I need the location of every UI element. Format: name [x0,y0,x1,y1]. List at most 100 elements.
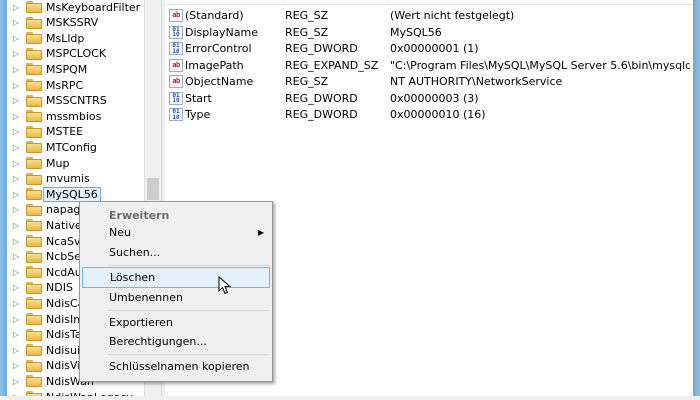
folder-icon [26,172,42,185]
context-menu: Erweitern Neu ▶ Suchen... Löschen Umbene… [79,201,273,382]
string-value-icon: ab [169,75,183,88]
tree-item[interactable]: ▷ MSTEE [7,124,144,140]
chevron-right-icon[interactable]: ▷ [11,202,21,218]
tree-item[interactable]: ▷ MsKeyboardFilter [7,0,144,15]
tree-item-label: MsLldp [46,31,85,45]
folder-icon [26,47,42,60]
tree-item[interactable]: ▷ MsLldp [7,30,144,46]
chevron-right-icon[interactable]: ▷ [11,30,21,46]
chevron-right-icon[interactable]: ▷ [11,15,21,31]
folder-icon [26,94,42,107]
chevron-right-icon[interactable]: ▷ [11,139,21,155]
string-value-icon: ab [169,9,183,22]
value-type: REG_SZ [285,75,329,88]
chevron-right-icon[interactable]: ▷ [11,46,21,62]
values-column-header[interactable] [165,0,693,5]
chevron-right-icon[interactable]: ▷ [11,280,21,296]
tree-item[interactable]: ▷ MSPCLOCK [7,46,144,62]
tree-item-label: MSPCLOCK [46,47,107,61]
tree-item[interactable]: ▷ MsRPC [7,77,144,93]
chevron-right-icon[interactable]: ▷ [11,311,21,327]
menu-item-label: Löschen [110,271,156,284]
chevron-right-icon[interactable]: ▷ [11,217,21,233]
value-type: REG_SZ [285,25,329,39]
chevron-right-icon[interactable]: ▷ [11,249,21,265]
tree-item[interactable]: ▷ mssmbios [7,108,144,124]
chevron-right-icon[interactable]: ▷ [11,342,21,358]
chevron-right-icon[interactable]: ▷ [11,93,21,109]
column-separator[interactable] [387,0,388,4]
folder-icon [26,125,42,138]
column-separator[interactable] [283,0,284,4]
chevron-right-icon[interactable]: ▷ [11,186,21,202]
folder-icon [26,63,42,76]
menu-item-delete[interactable]: Löschen [82,267,270,288]
value-row[interactable]: 01 10 Type REG_DWORD 0x00000010 (16) [165,106,693,123]
folder-icon [26,32,42,45]
menu-item-copy-key-name[interactable]: Schlüsselnamen kopieren [82,356,270,377]
folder-icon [26,313,42,325]
chevron-right-icon[interactable]: ▷ [11,264,21,280]
folder-icon [26,281,42,294]
window-frame-right [693,0,700,400]
folder-icon [26,297,42,310]
value-name: Type [185,108,211,121]
folder-icon [26,1,42,13]
tree-item[interactable]: ▷ Mup [7,155,144,171]
value-type: REG_EXPAND_SZ [285,58,379,72]
value-row[interactable]: ab ImagePath REG_EXPAND_SZ "C:\Program File… [165,57,693,74]
value-name: (Standard) [185,9,244,22]
menu-item-label: Erweitern [109,209,170,222]
tree-item-label: MSPQM [46,62,88,76]
menu-item-new[interactable]: Neu ▶ [82,222,270,243]
chevron-right-icon[interactable]: ▷ [11,155,21,171]
menu-item-label: Exportieren [109,316,173,329]
chevron-right-icon[interactable]: ▷ [11,358,21,374]
value-data: 0x00000001 (1) [390,42,479,55]
chevron-right-icon[interactable]: ▷ [11,373,21,389]
value-row[interactable]: ab ObjectName REG_SZ NT AUTHORITY\NetworkSe… [165,73,693,90]
value-row[interactable]: ab (Standard) REG_SZ (Wert nicht festgelegt… [165,7,693,24]
folder-icon [26,157,42,169]
menu-separator [108,310,270,311]
tree-item[interactable]: ▷ MTConfig [7,139,144,155]
tree-item[interactable]: ▷ mvumis [7,171,144,187]
tree-item[interactable]: ▷ MSPQM [7,61,144,77]
value-data: (Wert nicht festgelegt) [390,9,515,22]
menu-item-search[interactable]: Suchen... [82,242,270,263]
value-name: ErrorControl [185,42,252,55]
value-data: 0x00000003 (3) [390,91,479,105]
chevron-right-icon[interactable]: ▷ [11,233,21,249]
chevron-right-icon[interactable]: ▷ [11,61,21,77]
folder-icon [26,219,42,232]
value-name: DisplayName [185,25,258,39]
menu-item-permissions[interactable]: Berechtigungen... [82,331,270,352]
folder-icon [26,344,42,357]
value-name: Start [185,91,212,105]
chevron-right-icon[interactable]: ▷ [11,77,21,93]
mouse-pointer-icon [218,276,232,295]
chevron-right-icon[interactable]: ▷ [11,108,21,124]
menu-item-rename[interactable]: Umbenennen [82,287,270,308]
folder-icon [26,188,42,201]
folder-icon [26,79,42,91]
tree-item-label: Mup [46,156,70,170]
tree-item[interactable]: ▷ MSKSSRV [7,15,144,31]
value-row[interactable]: 01 10 ErrorControl REG_DWORD 0x00000001 (1) [165,40,693,57]
chevron-right-icon[interactable]: ▷ [11,171,21,187]
tree-item[interactable]: ▷ MySQL56 [7,186,144,202]
tree-scrollbar-thumb[interactable] [147,178,159,200]
menu-separator [108,354,270,355]
folder-icon [26,328,42,341]
folder-icon [26,250,42,263]
value-row[interactable]: 01 10 Start REG_DWORD 0x00000003 (3) [165,90,693,107]
chevron-right-icon[interactable]: ▷ [11,124,21,140]
value-row[interactable]: 01 10 DisplayName REG_SZ MySQL56 [165,24,693,41]
tree-item[interactable]: ▷ MSSCNTRS [7,93,144,109]
chevron-right-icon[interactable]: ▷ [11,0,21,15]
dword-value-icon: 01 10 [169,91,183,105]
value-type: REG_DWORD [285,108,358,121]
menu-item-export[interactable]: Exportieren [82,312,270,333]
chevron-right-icon[interactable]: ▷ [11,295,21,311]
chevron-right-icon[interactable]: ▷ [11,327,21,343]
